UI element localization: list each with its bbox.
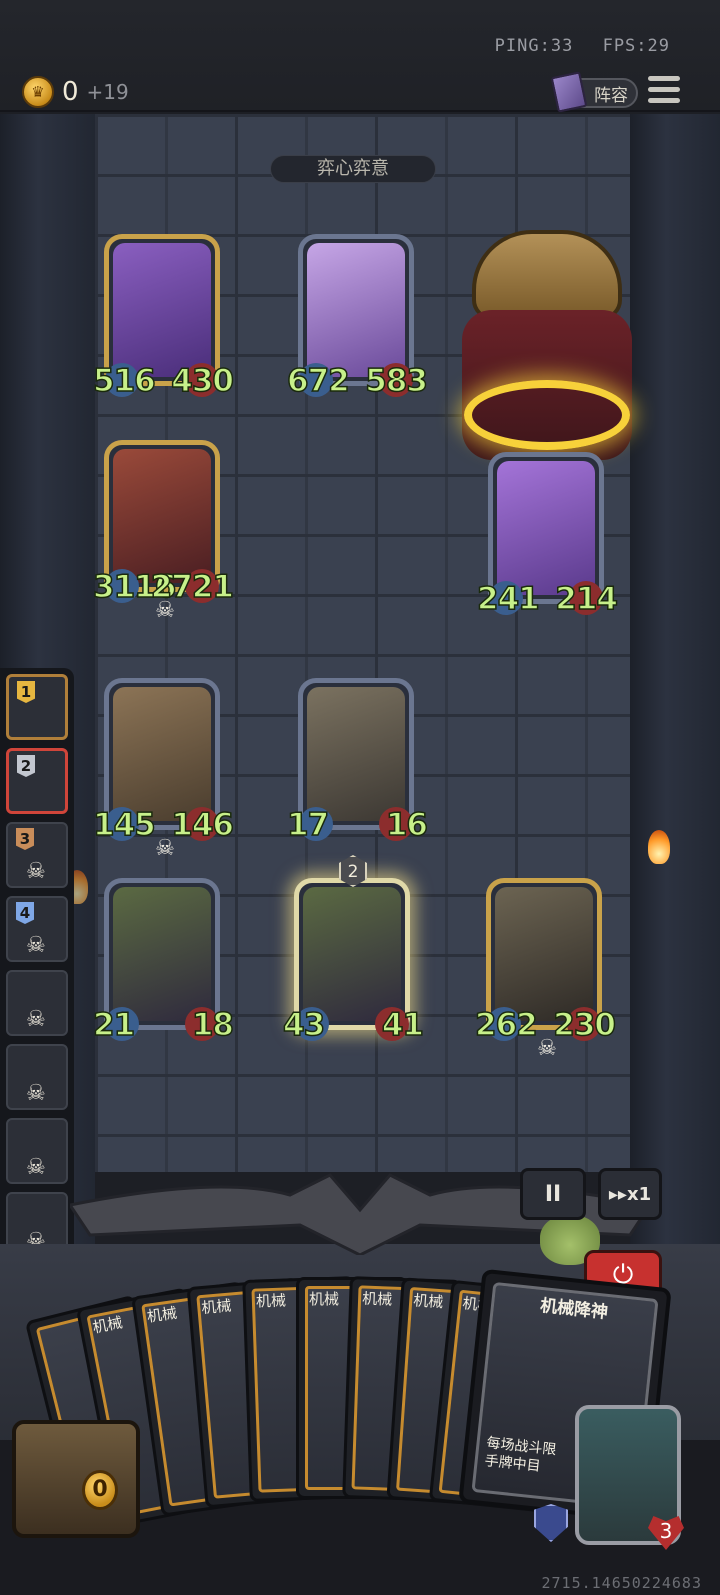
skull-icon: ☠	[26, 1081, 46, 1106]
boss-mech-attacking	[452, 230, 642, 490]
hand-card-name: 机械	[200, 1296, 233, 1318]
rank-badge: 3	[16, 828, 34, 850]
lineup-button[interactable]: 阵容	[550, 71, 638, 113]
attack-value: 145	[92, 806, 156, 844]
skull-icon: ☠	[26, 1155, 46, 1180]
ranking-slot[interactable]: ☠	[6, 1118, 68, 1184]
player-card-mech[interactable]: 145 146 ☠	[92, 678, 235, 861]
fps-text: FPS:29	[602, 36, 670, 56]
hand-card-name: 机械	[361, 1289, 393, 1309]
ping-text: PING:33	[494, 36, 574, 56]
health-value: 146	[171, 806, 235, 844]
hamburger-menu-icon[interactable]	[648, 76, 680, 106]
mech-portrait	[113, 687, 211, 821]
hand-card-name: 机械	[145, 1303, 179, 1326]
attack-ring-effect	[464, 380, 630, 450]
ranking-slot[interactable]: 1	[6, 674, 68, 740]
skull-icon: ☠	[155, 836, 175, 861]
rank-badge: 1	[17, 681, 35, 703]
boss-head	[472, 230, 622, 320]
health-value: 583	[365, 362, 429, 400]
skull-icon: ☠	[26, 1007, 46, 1032]
ranking-slot-self[interactable]: 2	[6, 748, 68, 814]
player-card-pumpkin-upgraded[interactable]: 2 43 41	[282, 855, 425, 1044]
skull-icon: ☠	[26, 933, 46, 958]
enemy-card-dragon[interactable]: 3116 2721 ☠	[92, 440, 235, 623]
enemy-card-star[interactable]: 241 214	[476, 452, 619, 618]
health-value: 18	[191, 1006, 235, 1044]
ranking-slot[interactable]: 4 ☠	[6, 896, 68, 962]
attack-value: 43	[282, 1006, 326, 1044]
featured-card-description: 每场战斗限 手牌中目	[483, 1435, 558, 1475]
round-title: 弈心弈意	[270, 155, 436, 183]
chest-counter: 0	[82, 1470, 118, 1510]
attack-value: 21	[92, 1006, 136, 1044]
health-value: 214	[555, 580, 619, 618]
enemy-card-sorceress[interactable]: 516 430	[92, 234, 235, 400]
gold-amount: 0	[62, 77, 79, 107]
player-ranking-sidebar: 1 2 3 ☠ 4 ☠ ☠ ☠ ☠ ☠	[0, 668, 74, 1272]
pumpkin-portrait	[113, 887, 211, 1021]
book-icon	[550, 71, 588, 113]
health-value: 16	[385, 806, 429, 844]
attack-value: 672	[286, 362, 350, 400]
speed-button[interactable]: ▸▸x1	[598, 1168, 662, 1220]
gold-display: ♛ 0 +19	[22, 76, 129, 108]
right-pillar	[630, 114, 720, 1244]
player-card-pumpkin[interactable]: 21 18	[92, 878, 235, 1044]
hand-card-name: 机械	[255, 1291, 287, 1311]
star-portrait	[497, 461, 595, 595]
pause-button[interactable]: II	[520, 1168, 586, 1220]
player-card-clock[interactable]: 262 230 ☠	[474, 878, 617, 1061]
skull-icon: ☠	[155, 598, 175, 623]
skull-icon: ☠	[26, 859, 46, 884]
attack-value: 262	[474, 1006, 538, 1044]
rank-badge: 4	[16, 902, 34, 924]
hand-card-name: 机械	[412, 1291, 444, 1312]
game-seed: 2715.14650224683	[541, 1574, 702, 1592]
player-card-rocket[interactable]: 17 16	[286, 678, 429, 844]
attack-value: 516	[92, 362, 156, 400]
ranking-slot[interactable]: ☠	[6, 970, 68, 1036]
lineup-label: 阵容	[594, 85, 628, 106]
ranking-slot[interactable]: 3 ☠	[6, 822, 68, 888]
pumpkin-portrait	[303, 887, 401, 1021]
rank-badge: 2	[17, 755, 35, 777]
health-value: 230	[553, 1006, 617, 1044]
hand-card-name: 机械	[309, 1290, 340, 1308]
whale-portrait	[307, 243, 405, 377]
top-bar: PING:33 FPS:29 ♛ 0 +19 阵容	[0, 0, 720, 113]
rocket-portrait	[307, 687, 405, 821]
skull-icon: ☠	[537, 1036, 557, 1061]
treasure-chest[interactable]	[12, 1420, 140, 1538]
crown-coin-icon: ♛	[22, 76, 54, 108]
attack-value: 241	[476, 580, 540, 618]
health-value: 430	[171, 362, 235, 400]
enemy-card-whale[interactable]: 672 583	[286, 234, 429, 400]
sorceress-portrait	[113, 243, 211, 377]
network-stats: PING:33 FPS:29	[477, 36, 670, 56]
dragon-portrait	[113, 449, 211, 583]
gold-income: +19	[86, 80, 129, 104]
health-value: 41	[381, 1006, 425, 1044]
ranking-slot[interactable]: ☠	[6, 1044, 68, 1110]
clock-portrait	[495, 887, 593, 1021]
torch-icon	[648, 830, 670, 864]
attack-value: 17	[286, 806, 330, 844]
